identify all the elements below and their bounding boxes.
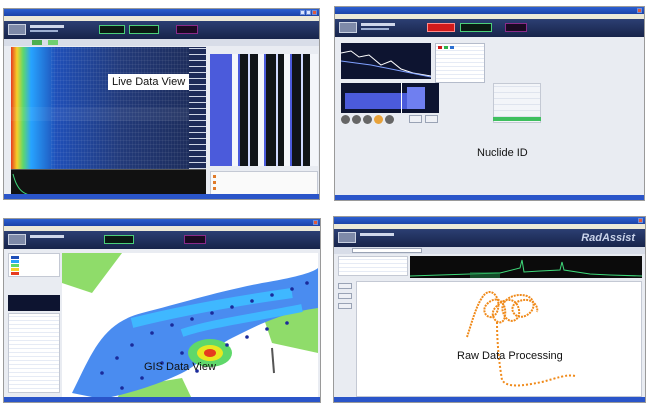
brand-wordmark: RadAssist	[581, 232, 635, 244]
header-title-text	[361, 23, 395, 26]
map-canvas	[62, 253, 318, 399]
alarm-display	[176, 25, 198, 34]
panel-caption: Raw Data Processing	[457, 350, 563, 362]
side-button-2[interactable]	[338, 293, 352, 299]
action-button-2[interactable]	[425, 115, 438, 123]
trace-2	[238, 54, 258, 166]
app-header	[4, 21, 319, 39]
trace-3	[264, 54, 284, 166]
panel-caption: Live Data View	[108, 74, 190, 90]
window-close-icon[interactable]	[638, 218, 643, 223]
plot-area[interactable]	[356, 281, 642, 397]
screenshot-live-data-view: Live Data View	[3, 8, 320, 200]
trace-4	[290, 54, 310, 166]
rate-display	[184, 235, 206, 244]
header-title-text	[360, 233, 394, 236]
app-header	[4, 231, 320, 249]
header-subtitle-text	[30, 30, 58, 32]
spectrum-plot[interactable]	[341, 43, 431, 79]
app-logo-icon	[338, 232, 356, 243]
transport-controls[interactable]	[341, 115, 403, 125]
window-close-icon[interactable]	[313, 220, 318, 225]
taskbar[interactable]	[334, 397, 645, 402]
window-titlebar	[4, 219, 320, 226]
taskbar[interactable]	[4, 397, 320, 402]
panel-caption: Nuclide ID	[477, 147, 528, 159]
trace-panel	[210, 54, 318, 166]
toolbar-button-green[interactable]	[32, 40, 42, 45]
toolbar-row[interactable]	[4, 39, 319, 46]
app-logo-icon	[339, 22, 357, 33]
data-list[interactable]	[8, 313, 60, 393]
toolbar-button-green-2[interactable]	[48, 40, 58, 45]
alarm-display	[427, 23, 455, 32]
side-button-3[interactable]	[338, 303, 352, 309]
gis-map[interactable]	[62, 253, 318, 399]
energy-spectrum[interactable]	[341, 83, 439, 113]
window-titlebar	[4, 9, 319, 16]
taskbar[interactable]	[4, 194, 319, 199]
window-titlebar	[335, 7, 644, 14]
app-logo-icon	[8, 234, 26, 245]
app-header	[335, 19, 644, 37]
taskbar[interactable]	[335, 195, 644, 200]
waterfall-view[interactable]	[11, 47, 206, 169]
waterfall-scale	[189, 47, 206, 169]
window-titlebar	[334, 217, 645, 224]
screenshot-gis-data-view: GIS Data View	[3, 218, 321, 403]
file-path-bar[interactable]	[334, 247, 645, 254]
file-list[interactable]	[338, 256, 408, 276]
results-table	[435, 43, 485, 83]
mini-spectrum	[8, 295, 60, 311]
window-close-icon[interactable]	[637, 8, 642, 13]
window-minimize-icon[interactable]	[300, 10, 305, 15]
raw-trace	[466, 291, 576, 387]
header-title-text	[30, 235, 64, 238]
header-subtitle-text	[361, 28, 389, 30]
app-header: RadAssist	[334, 229, 645, 247]
map-legend	[8, 253, 60, 277]
raw-spectrum-curve	[410, 259, 642, 278]
waterfall-band	[11, 107, 206, 121]
rate-display	[505, 23, 527, 32]
panel-caption: GIS Data View	[144, 361, 216, 373]
window-maximize-icon[interactable]	[306, 10, 311, 15]
header-title-text	[30, 25, 64, 28]
side-button-1[interactable]	[338, 283, 352, 289]
rate-display	[129, 25, 159, 34]
window-close-icon[interactable]	[312, 10, 317, 15]
count-display	[99, 25, 125, 34]
count-display	[460, 23, 492, 32]
screenshot-nuclide-id: Nuclide ID	[334, 6, 645, 201]
app-logo-icon	[8, 24, 26, 35]
screenshot-raw-data-processing: RadAssist Raw Data Processing	[333, 216, 646, 403]
action-button-1[interactable]	[409, 115, 422, 123]
trace-1	[210, 54, 232, 166]
count-display	[104, 235, 134, 244]
spectrum-curve	[341, 50, 431, 78]
status-green-bar	[493, 117, 541, 121]
nuclide-table	[210, 171, 318, 195]
raw-spectrum[interactable]	[410, 256, 642, 278]
